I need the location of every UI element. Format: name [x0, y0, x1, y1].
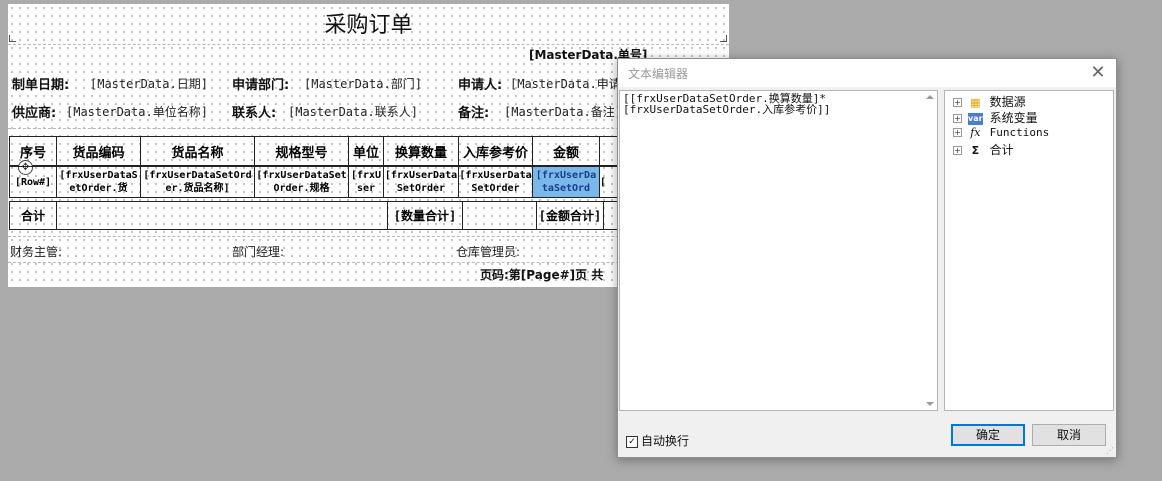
- band-separator: [8, 44, 729, 45]
- tree-item-label: 数据源: [989, 95, 1026, 109]
- data-cell[interactable]: [frxUserDataSetOrder: [458, 166, 533, 198]
- close-icon[interactable]: ✕: [1086, 61, 1110, 85]
- table-header-row: 序号 货品编码 货品名称 规格型号 单位 换算数量 入库参考价 金额: [9, 136, 722, 166]
- summary-cell[interactable]: [金额合计]: [536, 201, 604, 230]
- header-cell[interactable]: 入库参考价: [458, 136, 533, 166]
- selection-corner: [9, 35, 16, 42]
- sum-icon: Σ: [971, 143, 980, 157]
- remark-label[interactable]: 备注:: [458, 102, 489, 121]
- supplier-field[interactable]: [MasterData.单位名称]: [66, 103, 208, 120]
- selected-amount-cell[interactable]: [frxUserDataSetOrd: [532, 166, 600, 198]
- department-label[interactable]: 申请部门:: [232, 74, 289, 93]
- summary-cell[interactable]: [462, 201, 537, 230]
- dialog-title: 文本编辑器: [628, 67, 689, 81]
- database-icon: ▦: [970, 95, 981, 109]
- header-cell[interactable]: 货品编码: [56, 136, 141, 166]
- tree-item-system-variables[interactable]: + var 系统变量: [953, 109, 1038, 125]
- contact-field[interactable]: [MasterData.联系人]: [288, 103, 418, 120]
- checkbox-checked-icon[interactable]: ✓: [626, 435, 638, 448]
- expand-icon[interactable]: +: [953, 128, 962, 137]
- text-editor-dialog: 文本编辑器 ✕ [[frxUserDataSetOrder.换算数量]* [fr…: [617, 58, 1117, 458]
- dialog-titlebar[interactable]: 文本编辑器 ✕: [618, 59, 1116, 87]
- header-cell[interactable]: 单位: [348, 136, 384, 166]
- data-cell[interactable]: [Row#]: [9, 166, 57, 198]
- selection-corner: [720, 35, 727, 42]
- order-date-field[interactable]: [MasterData.日期]: [90, 75, 208, 92]
- header-cell[interactable]: 货品名称: [140, 136, 255, 166]
- expand-icon[interactable]: +: [953, 146, 962, 155]
- header-cell[interactable]: 换算数量: [383, 136, 459, 166]
- data-cell[interactable]: [frxUserDataSetOrder.货: [56, 166, 141, 198]
- summary-cell[interactable]: 合计: [9, 201, 57, 230]
- scroll-up-arrow-icon[interactable]: [926, 95, 934, 99]
- header-cell[interactable]: 规格型号: [254, 136, 349, 166]
- warehouse-manager-label[interactable]: 仓库管理员:: [456, 243, 520, 260]
- data-cell[interactable]: [frxUserDataSetOrder: [383, 166, 459, 198]
- data-cell[interactable]: [frxUser: [348, 166, 384, 198]
- auto-wrap-checkbox[interactable]: ✓ 自动换行: [626, 432, 689, 449]
- tree-item-label: Functions: [989, 126, 1050, 139]
- applicant-label[interactable]: 申请人:: [458, 74, 502, 93]
- auto-wrap-label: 自动换行: [641, 434, 690, 448]
- expand-icon[interactable]: +: [953, 114, 962, 123]
- editor-scrollbar[interactable]: [923, 91, 937, 410]
- finance-supervisor-label[interactable]: 财务主管:: [10, 243, 62, 260]
- variable-icon: var: [967, 112, 983, 125]
- data-cell[interactable]: [frxUserDataSetOrder.规格: [254, 166, 349, 198]
- department-manager-label[interactable]: 部门经理:: [232, 243, 284, 260]
- tree-item-label: 系统变量: [989, 111, 1038, 125]
- ok-button[interactable]: 确定: [951, 424, 1025, 446]
- order-date-label[interactable]: 制单日期:: [12, 74, 69, 93]
- expression-text[interactable]: [[frxUserDataSetOrder.换算数量]* [frxUserDat…: [623, 93, 830, 115]
- function-icon: fx: [970, 125, 981, 139]
- tree-item-label: 合计: [989, 143, 1014, 157]
- supplier-label[interactable]: 供应商:: [12, 102, 56, 121]
- header-cell[interactable]: 序号: [9, 136, 57, 166]
- expand-icon[interactable]: +: [953, 98, 962, 107]
- department-field[interactable]: [MasterData.部门]: [304, 75, 422, 92]
- data-cell[interactable]: [frxUserDataSetOrder.货品名称]: [140, 166, 255, 198]
- data-tree[interactable]: + ▦ 数据源 + var 系统变量 + fx Functions + Σ 合计: [944, 90, 1114, 411]
- remark-field[interactable]: [MasterData.备注]: [504, 103, 622, 120]
- contact-label[interactable]: 联系人:: [232, 102, 276, 121]
- data-row: [Row#] [frxUserDataSetOrder.货 [frxUserDa…: [9, 166, 722, 198]
- summary-cell[interactable]: [数量合计]: [387, 201, 463, 230]
- expression-editor[interactable]: [[frxUserDataSetOrder.换算数量]* [frxUserDat…: [619, 90, 938, 411]
- summary-cell[interactable]: [56, 201, 388, 230]
- tree-item-functions[interactable]: + fx Functions: [953, 125, 1049, 141]
- page-number-field[interactable]: 页码:第[Page#]页 共: [480, 266, 603, 283]
- tree-item-datasource[interactable]: + ▦ 数据源: [953, 93, 1026, 109]
- tree-item-totals[interactable]: + Σ 合计: [953, 141, 1014, 157]
- header-cell[interactable]: 金额: [532, 136, 600, 166]
- cancel-button[interactable]: 取消: [1032, 424, 1106, 446]
- resize-grip-icon[interactable]: ⋰: [1106, 447, 1114, 455]
- report-title[interactable]: 采购订单: [8, 7, 729, 39]
- scroll-down-arrow-icon[interactable]: [926, 402, 934, 406]
- applicant-field[interactable]: [MasterData.申请: [510, 75, 621, 92]
- summary-row: 合计 [数量合计] [金额合计]: [9, 201, 722, 230]
